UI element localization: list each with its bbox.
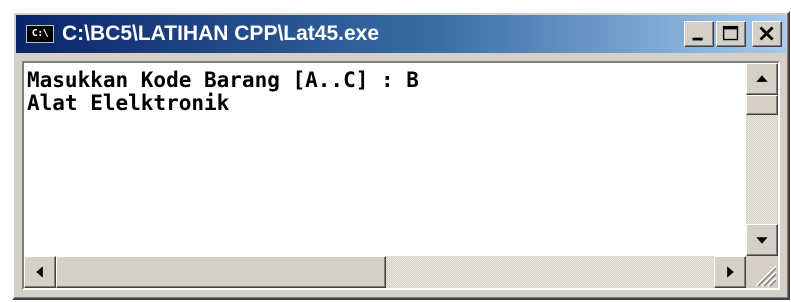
vertical-scrollbar[interactable] [746,63,778,256]
maximize-icon [722,25,739,41]
console-line: Masukkan Kode Barang [A..C] : B [27,68,419,92]
title-bar[interactable]: C:\ C:\BC5\LATIHAN CPP\Lat45.exe [16,15,786,53]
console-line: Alat Elelktronik [27,91,230,115]
arrow-left-icon [36,266,43,278]
console-app-icon[interactable]: C:\ [26,25,54,43]
resize-grip-icon[interactable] [746,256,778,288]
scroll-up-button[interactable] [746,63,778,95]
close-icon [759,26,774,41]
console-window: C:\ C:\BC5\LATIHAN CPP\Lat45.exe Masukka… [12,11,790,300]
scroll-left-button[interactable] [24,256,56,288]
maximize-button[interactable] [716,21,746,47]
arrow-up-icon [756,75,768,82]
arrow-down-icon [756,237,768,244]
scroll-down-button[interactable] [746,224,778,256]
horizontal-scroll-thumb[interactable] [56,256,386,288]
console-frame: Masukkan Kode Barang [A..C] : B Alat Ele… [22,61,780,290]
window-title: C:\BC5\LATIHAN CPP\Lat45.exe [62,22,380,45]
arrow-right-icon [727,266,734,278]
console-output[interactable]: Masukkan Kode Barang [A..C] : B Alat Ele… [24,63,746,256]
minimize-icon [692,37,703,41]
vertical-scroll-thumb[interactable] [746,95,778,115]
minimize-button[interactable] [684,21,714,47]
close-button[interactable] [752,21,782,47]
horizontal-scrollbar[interactable] [24,256,746,288]
scroll-right-button[interactable] [714,256,746,288]
